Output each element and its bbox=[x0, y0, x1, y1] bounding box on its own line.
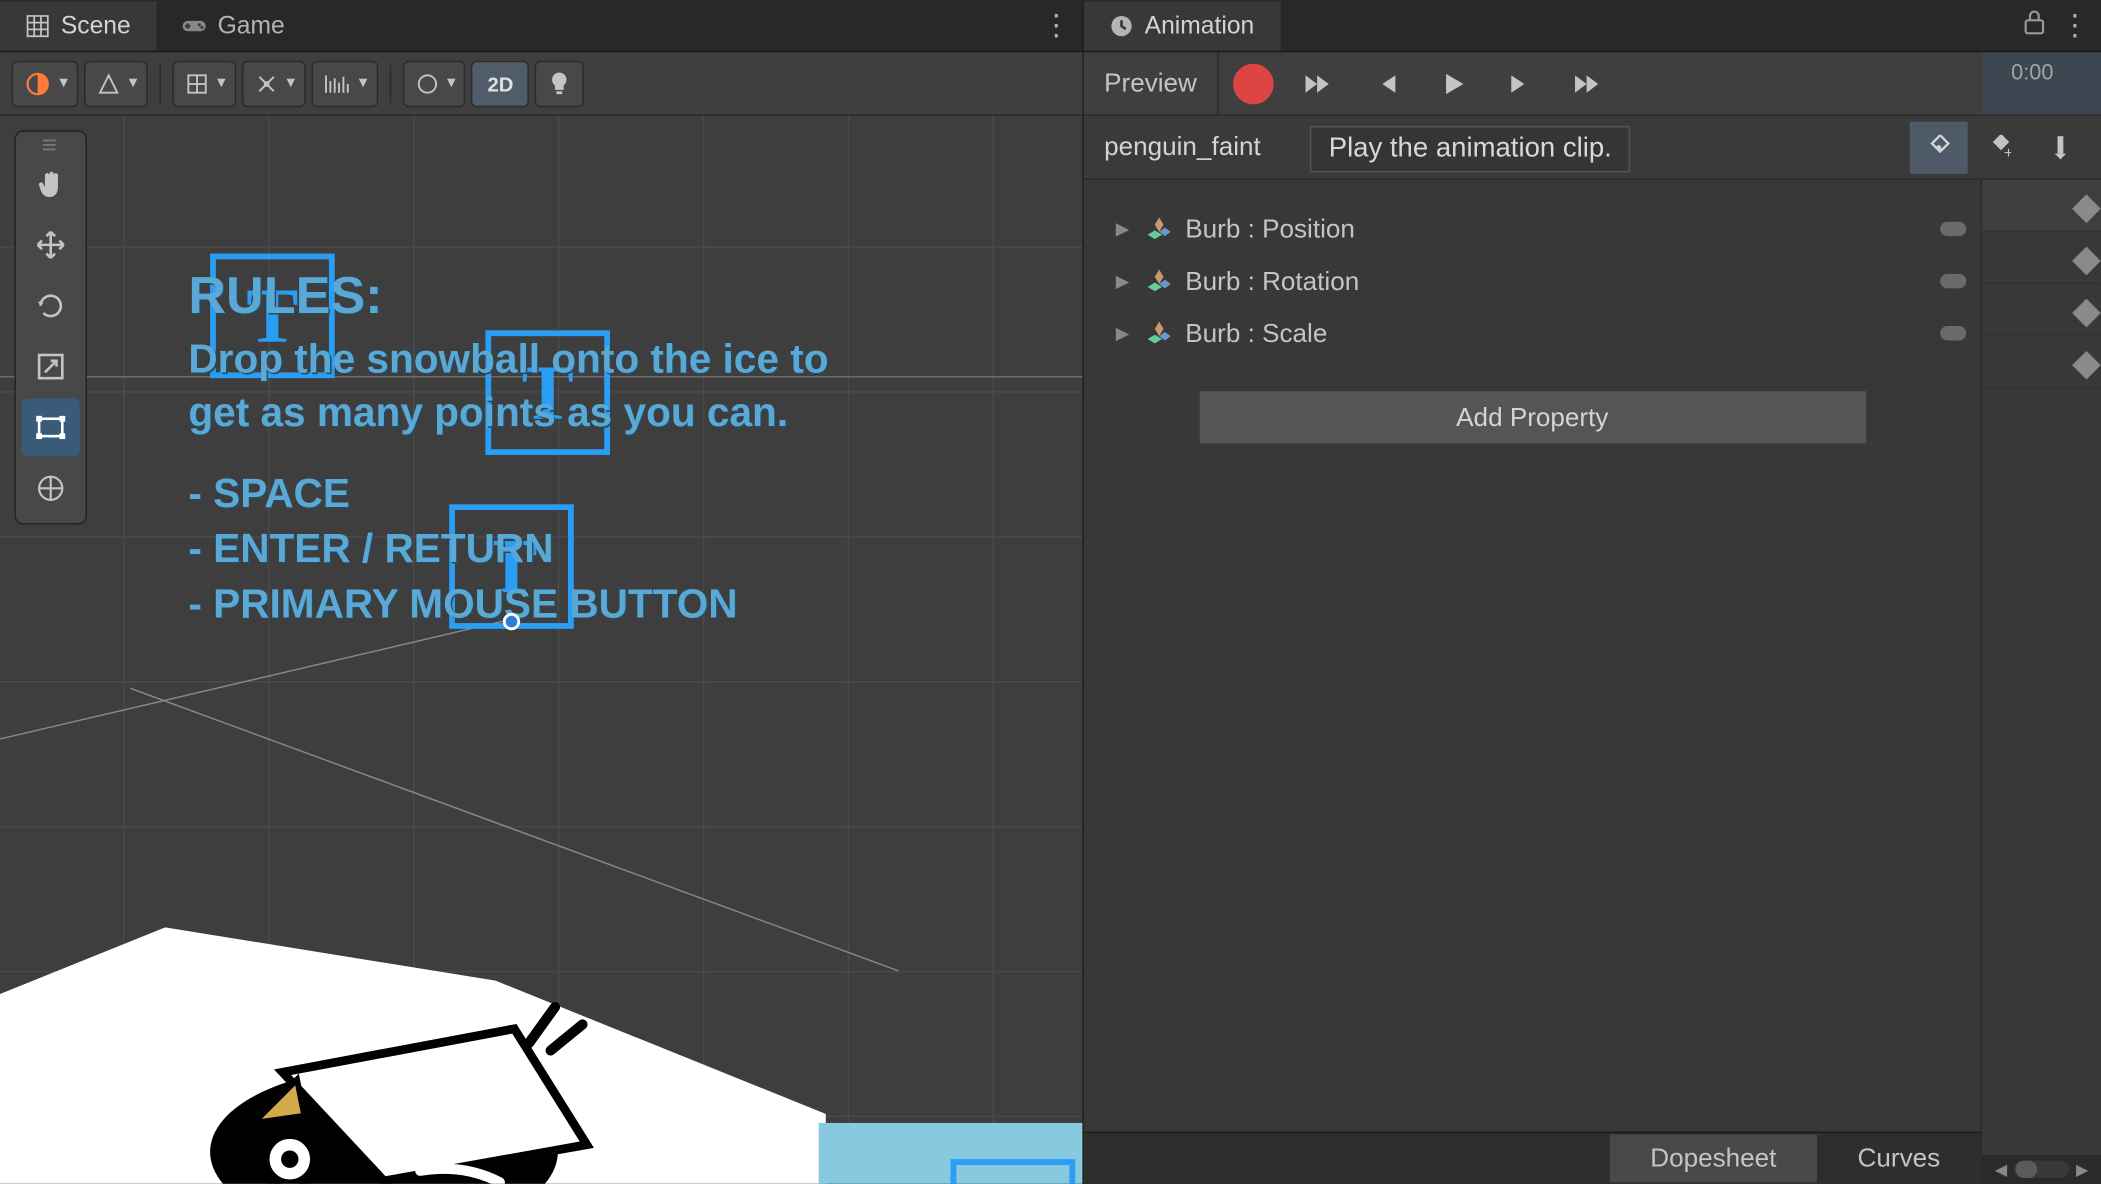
toggle-2d-button[interactable]: 2D bbox=[472, 60, 530, 106]
property-label: Burb : Rotation bbox=[1185, 266, 1359, 296]
kebab-menu-icon[interactable]: ⋮ bbox=[1042, 7, 1071, 43]
chevron-right-icon: ▶ bbox=[1116, 271, 1136, 291]
tab-animation[interactable]: Animation bbox=[1084, 1, 1280, 50]
rotate-tool[interactable] bbox=[22, 277, 80, 335]
timeline-ruler[interactable]: 0:00 0:10 0:20 0:30 0:40 0:50 1:00 bbox=[1982, 52, 2101, 116]
chevron-down-icon: ▼ bbox=[126, 75, 140, 91]
property-options-icon[interactable] bbox=[1940, 274, 1966, 288]
scene-toolbar: ▼ ▼ ▼ ▼ ▼ ▼ 2D bbox=[0, 52, 1082, 116]
track-row[interactable] bbox=[1982, 232, 2101, 284]
track-row[interactable] bbox=[1982, 284, 2101, 336]
gamepad-icon bbox=[183, 14, 206, 37]
tab-game-label: Game bbox=[218, 11, 285, 40]
property-list: ▶ Burb : Position ▶ Burb : Rotation ▶ Bu… bbox=[1084, 180, 1982, 1184]
chevron-down-icon: ▼ bbox=[356, 75, 370, 91]
chevron-right-icon: ▶ bbox=[1116, 219, 1136, 239]
svg-text:+: + bbox=[2004, 144, 2011, 160]
tool-palette: ≡ bbox=[14, 130, 86, 524]
text-gizmo[interactable]: T bbox=[951, 1159, 1076, 1184]
tab-animation-label: Animation bbox=[1145, 11, 1255, 40]
clip-dropdown[interactable]: penguin_faint bbox=[1084, 132, 1281, 162]
go-to-end-button[interactable] bbox=[1555, 57, 1619, 109]
go-to-start-button[interactable] bbox=[1288, 57, 1352, 109]
timeline-scrollbar[interactable]: ◀ ▶ bbox=[1982, 1155, 2101, 1184]
hand-tool[interactable] bbox=[22, 155, 80, 213]
game-overlay-text: RULES: Drop the snowball onto the ice to… bbox=[188, 261, 828, 631]
timeline[interactable]: 0:00 0:10 0:20 0:30 0:40 0:50 1:00 bbox=[1982, 180, 2101, 1184]
transform-tool[interactable] bbox=[22, 459, 80, 517]
kebab-menu-icon[interactable]: ⋮ bbox=[2060, 7, 2089, 43]
add-property-button[interactable]: Add Property bbox=[1199, 391, 1866, 443]
property-row[interactable]: ▶ Burb : Rotation bbox=[1084, 255, 1981, 307]
curves-tab[interactable]: Curves bbox=[1817, 1135, 1981, 1183]
chevron-down-icon: ▼ bbox=[284, 75, 298, 91]
chevron-down-icon: ▼ bbox=[444, 75, 458, 91]
scrollbar-thumb[interactable] bbox=[2015, 1161, 2037, 1178]
scene-tab-bar: Scene Game ⋮ bbox=[0, 0, 1082, 52]
property-label: Burb : Scale bbox=[1185, 318, 1327, 348]
transform-icon bbox=[1145, 319, 1174, 348]
pivot-handle[interactable] bbox=[503, 613, 520, 630]
chevron-right-icon: ▶ bbox=[1116, 323, 1136, 343]
add-keyframe-button[interactable] bbox=[1910, 121, 1968, 173]
move-tool[interactable] bbox=[22, 216, 80, 274]
penguin-sprite bbox=[196, 971, 616, 1184]
snap-increment-dropdown[interactable]: ▼ bbox=[242, 60, 306, 106]
drag-handle-icon[interactable]: ≡ bbox=[22, 138, 80, 152]
draw-mode-dropdown[interactable]: ▼ bbox=[84, 60, 148, 106]
chevron-down-icon: ▼ bbox=[57, 75, 71, 91]
scale-tool[interactable] bbox=[22, 338, 80, 396]
dopesheet-tab[interactable]: Dopesheet bbox=[1610, 1135, 1817, 1183]
property-row[interactable]: ▶ Burb : Scale bbox=[1084, 307, 1981, 359]
record-button[interactable] bbox=[1233, 63, 1274, 104]
chevron-down-icon: ▼ bbox=[214, 75, 228, 91]
next-keyframe-button[interactable] bbox=[1488, 57, 1552, 109]
grid-visibility-dropdown[interactable]: ▼ bbox=[311, 60, 378, 106]
clock-icon bbox=[1110, 14, 1133, 37]
track-row[interactable] bbox=[1982, 180, 2101, 232]
scene-viewport[interactable]: ≡ bbox=[0, 116, 1082, 1184]
property-options-icon[interactable] bbox=[1940, 222, 1966, 236]
tab-scene[interactable]: Scene bbox=[0, 1, 157, 50]
lock-icon[interactable] bbox=[2023, 9, 2046, 42]
transform-icon bbox=[1145, 214, 1174, 243]
render-fx-dropdown[interactable]: ▼ bbox=[402, 60, 466, 106]
grid-snap-dropdown[interactable]: ▼ bbox=[172, 60, 236, 106]
shading-mode-dropdown[interactable]: ▼ bbox=[12, 60, 79, 106]
track-row[interactable] bbox=[1982, 336, 2101, 388]
play-button[interactable] bbox=[1421, 57, 1485, 109]
scroll-right-icon[interactable]: ▶ bbox=[2069, 1160, 2095, 1179]
animation-clip-row: penguin_faint Play the animation clip. + bbox=[1084, 116, 2101, 180]
add-event-button[interactable]: + bbox=[1971, 121, 2029, 173]
tab-game[interactable]: Game bbox=[157, 1, 311, 50]
lighting-toggle[interactable] bbox=[535, 60, 584, 106]
tooltip: Play the animation clip. bbox=[1310, 126, 1631, 172]
grid-icon bbox=[26, 14, 49, 37]
preview-toggle[interactable]: Preview bbox=[1084, 52, 1219, 114]
rect-tool[interactable] bbox=[22, 398, 80, 456]
timeline-mode-tabs: Dopesheet Curves bbox=[1084, 1132, 1981, 1184]
scroll-left-icon[interactable]: ◀ bbox=[1988, 1160, 2014, 1179]
property-label: Burb : Position bbox=[1185, 214, 1355, 244]
property-row[interactable]: ▶ Burb : Position bbox=[1084, 203, 1981, 255]
tab-scene-label: Scene bbox=[61, 11, 131, 40]
animation-toolbar: Preview bbox=[1084, 52, 2101, 116]
animation-tab-bar: Animation ⋮ bbox=[1084, 0, 2101, 52]
prev-keyframe-button[interactable] bbox=[1355, 57, 1419, 109]
filter-button[interactable] bbox=[2031, 121, 2089, 173]
transform-icon bbox=[1145, 267, 1174, 296]
property-options-icon[interactable] bbox=[1940, 326, 1966, 340]
